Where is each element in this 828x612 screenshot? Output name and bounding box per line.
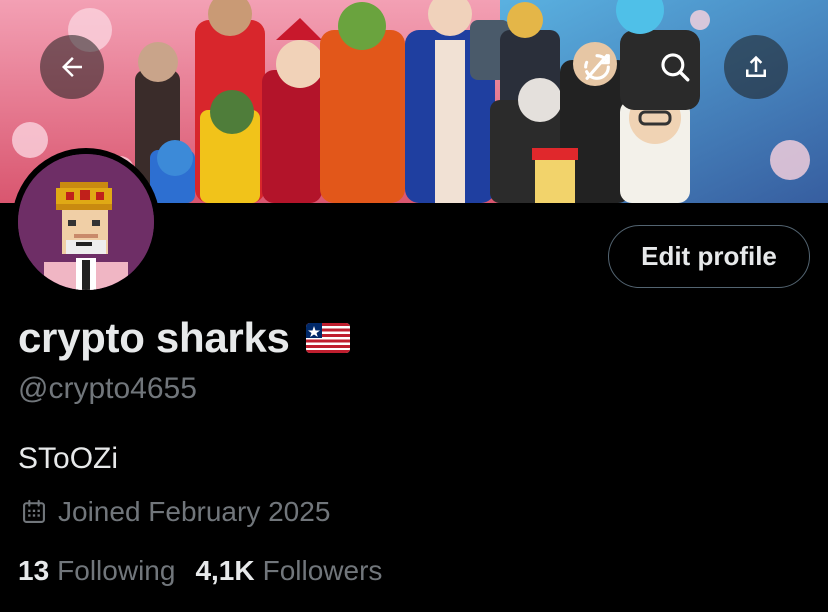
follow-stats: 13 Following 4,1K Followers <box>18 555 382 587</box>
back-button[interactable] <box>40 35 104 99</box>
profile-bio: SToOZi <box>18 442 119 475</box>
pixel-king-avatar-image <box>18 154 154 290</box>
liberia-flag-icon <box>305 323 350 353</box>
arrow-left-icon <box>62 57 82 77</box>
name-row: crypto sharks <box>18 314 350 362</box>
search-button[interactable] <box>656 48 694 86</box>
joined-date: Joined February 2025 <box>20 496 330 528</box>
avatar <box>18 154 154 290</box>
joined-text: Joined February 2025 <box>58 496 331 527</box>
following-link[interactable]: 13 Following <box>18 555 175 587</box>
user-handle: @crypto4655 <box>18 372 197 405</box>
calendar-icon <box>23 499 45 523</box>
share-button[interactable] <box>724 35 788 99</box>
following-count: 13 <box>18 555 50 586</box>
followers-count: 4,1K <box>195 555 255 586</box>
following-label: Following <box>57 555 176 586</box>
refresh-button[interactable] <box>579 49 615 85</box>
share-upload-icon <box>746 55 766 77</box>
profile-avatar[interactable] <box>12 148 160 296</box>
search-icon <box>661 53 690 82</box>
display-name: crypto sharks <box>18 314 290 361</box>
followers-link[interactable]: 4,1K Followers <box>195 555 382 587</box>
refresh-icon <box>584 54 610 80</box>
edit-profile-button[interactable]: Edit profile <box>608 225 810 288</box>
followers-label: Followers <box>262 555 383 586</box>
